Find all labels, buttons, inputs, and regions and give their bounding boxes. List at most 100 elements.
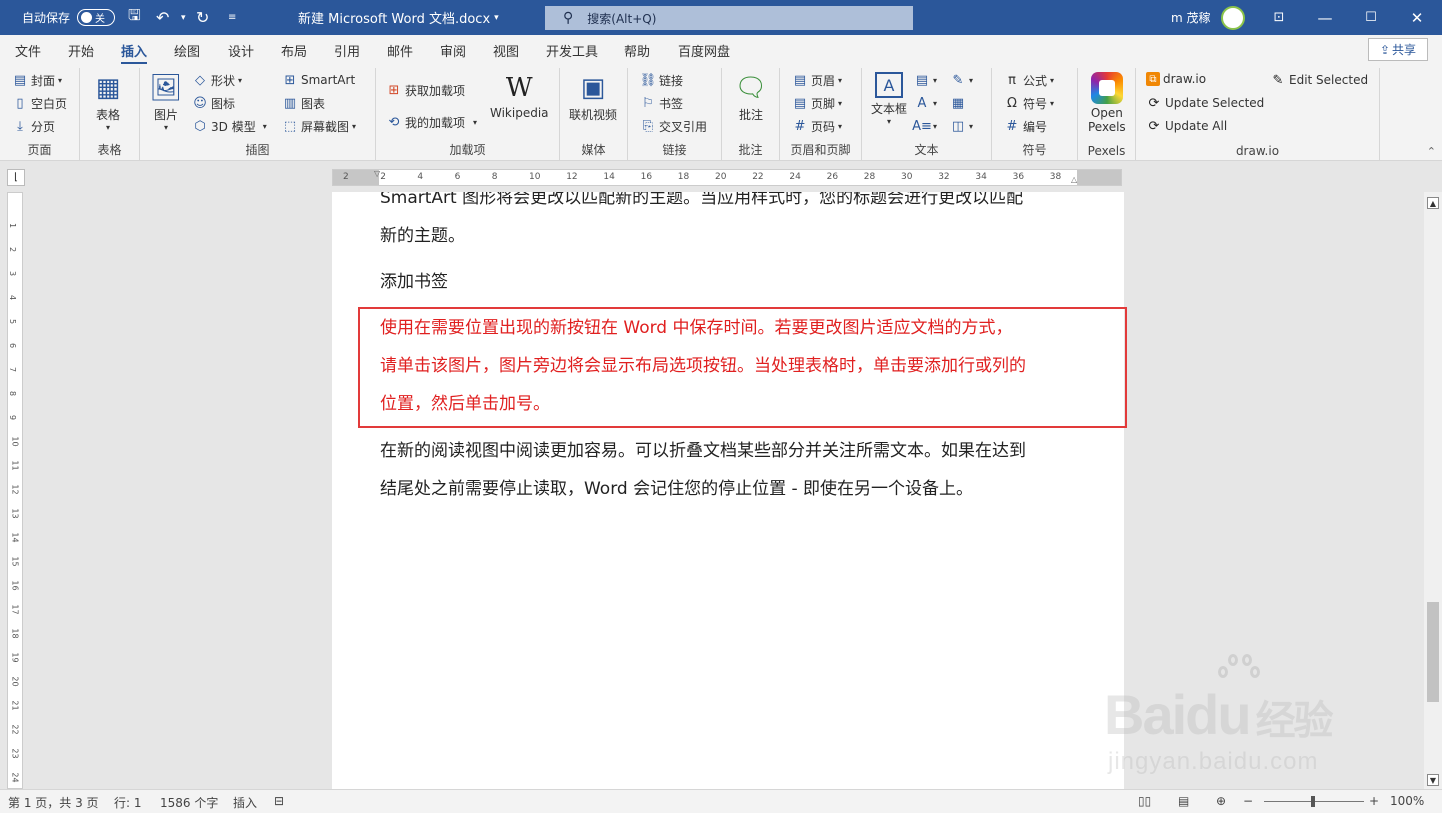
vertical-scrollbar[interactable]: ▲ ▼ bbox=[1424, 192, 1442, 789]
tab-file[interactable]: 文件 bbox=[15, 41, 41, 60]
web-layout-icon[interactable]: ⊕ bbox=[1216, 794, 1226, 808]
read-mode-icon[interactable]: ▯▯ bbox=[1138, 794, 1151, 808]
customize-qat-icon[interactable]: ≡ bbox=[228, 0, 236, 35]
screenshot-icon: ⬚ bbox=[283, 119, 297, 134]
quick-parts-button[interactable]: ▤ ▾ bbox=[914, 72, 937, 88]
tab-view[interactable]: 视图 bbox=[493, 41, 519, 60]
update-all-button[interactable]: ⟳ Update All bbox=[1146, 118, 1228, 134]
date-time-button[interactable]: ▦ bbox=[950, 95, 966, 111]
minimize-button[interactable]: — bbox=[1302, 0, 1348, 35]
page-count[interactable]: 第 1 页，共 3 页 bbox=[8, 794, 99, 811]
page-number-button[interactable]: # 页码 ▾ bbox=[792, 118, 842, 135]
edit-selected-button[interactable]: ✎ Edit Selected bbox=[1270, 72, 1369, 88]
right-indent-marker[interactable]: △ bbox=[1071, 175, 1077, 184]
tab-design[interactable]: 设计 bbox=[228, 41, 254, 60]
header-button[interactable]: ▤ 页眉 ▾ bbox=[792, 72, 842, 89]
group-pages: ▤ 封面 ▾ ▯ 空白页 ⤓ 分页 页面 bbox=[0, 68, 80, 160]
tab-developer[interactable]: 开发工具 bbox=[546, 41, 598, 60]
3d-model-button[interactable]: ⬡ 3D 模型 ▾ bbox=[192, 118, 266, 135]
redo-icon[interactable]: ↻ bbox=[196, 0, 209, 35]
tab-references[interactable]: 引用 bbox=[334, 41, 360, 60]
avatar[interactable] bbox=[1221, 5, 1245, 30]
blank-page-button[interactable]: ▯ 空白页 bbox=[12, 95, 67, 112]
zoom-out-icon[interactable]: − bbox=[1243, 794, 1253, 808]
search-box[interactable]: ⚲ 搜索(Alt+Q) bbox=[545, 6, 913, 30]
ruler-tick-label: 19 bbox=[10, 652, 20, 663]
scroll-thumb[interactable] bbox=[1427, 602, 1439, 702]
tab-layout[interactable]: 布局 bbox=[281, 41, 307, 60]
ruler-tick-label: 32 bbox=[938, 172, 950, 182]
share-button[interactable]: ⇪ 共享 bbox=[1368, 38, 1428, 61]
vertical-ruler[interactable]: 1234567891011121314151617181920212223242… bbox=[7, 192, 23, 789]
drop-cap-button[interactable]: A≡ ▾ bbox=[912, 118, 937, 134]
zoom-in-icon[interactable]: + bbox=[1369, 794, 1379, 808]
scroll-down-icon[interactable]: ▼ bbox=[1427, 774, 1439, 786]
table-button[interactable]: ▦ 表格 ▾ bbox=[92, 72, 124, 132]
zoom-slider-thumb[interactable] bbox=[1311, 796, 1315, 807]
tab-mailings[interactable]: 邮件 bbox=[387, 41, 413, 60]
tab-review[interactable]: 审阅 bbox=[440, 41, 466, 60]
cover-page-button[interactable]: ▤ 封面 ▾ bbox=[12, 72, 62, 89]
open-pexels-button[interactable]: Open Pexels bbox=[1088, 72, 1126, 134]
footer-button[interactable]: ▤ 页脚 ▾ bbox=[792, 95, 842, 112]
tab-selector[interactable]: ⌊ bbox=[7, 169, 25, 186]
ruler-tick-label: 17 bbox=[10, 604, 20, 615]
ruler-tick-label: 8 bbox=[8, 390, 18, 397]
update-selected-button[interactable]: ⟳ Update Selected bbox=[1146, 95, 1265, 111]
document-page[interactable]: SmartArt 图形将会更改以匹配新的主题。当应用样式时，您的标题会进行更改以… bbox=[332, 192, 1124, 789]
picture-button[interactable]: 🖼 图片 ▾ bbox=[150, 72, 183, 132]
wordart-button[interactable]: A ▾ bbox=[914, 95, 937, 111]
equation-button[interactable]: π 公式 ▾ bbox=[1004, 72, 1054, 89]
word-count[interactable]: 1586 个字 bbox=[160, 794, 218, 811]
shapes-button[interactable]: ◇ 形状 ▾ bbox=[192, 72, 242, 89]
macro-icon[interactable]: ⊟ bbox=[274, 794, 284, 808]
tab-baidu-netdisk[interactable]: 百度网盘 bbox=[678, 41, 730, 60]
drawio-button[interactable]: ⧉ draw.io bbox=[1146, 72, 1206, 86]
my-addins-button[interactable]: ⟲ 我的加载项 ▾ bbox=[386, 114, 477, 131]
user-name[interactable]: m 茂稼 bbox=[1171, 0, 1211, 35]
first-line-indent-marker[interactable]: ▽ bbox=[374, 170, 380, 178]
smartart-button[interactable]: ⊞ SmartArt bbox=[282, 72, 356, 88]
page-break-button[interactable]: ⤓ 分页 bbox=[12, 118, 55, 135]
wikipedia-icon: W bbox=[505, 73, 533, 103]
undo-dropdown-icon[interactable]: ▾ bbox=[181, 0, 186, 35]
wikipedia-button[interactable]: W Wikipedia bbox=[490, 72, 549, 120]
chart-button[interactable]: ▥ 图表 bbox=[282, 95, 325, 112]
tab-home[interactable]: 开始 bbox=[68, 41, 94, 60]
undo-icon[interactable]: ↶ bbox=[156, 0, 169, 35]
ribbon-display-icon[interactable]: ⊡ bbox=[1256, 0, 1302, 35]
textbox-button[interactable]: A 文本框 ▾ bbox=[871, 72, 907, 126]
get-addins-button[interactable]: ⊞ 获取加载项 bbox=[386, 82, 465, 99]
ruler-tick-label: 22 bbox=[10, 724, 20, 735]
input-mode[interactable]: 插入 bbox=[233, 794, 257, 811]
maximize-button[interactable]: ☐ bbox=[1348, 0, 1394, 35]
object-button[interactable]: ◫ ▾ bbox=[950, 118, 973, 134]
tab-insert[interactable]: 插入 bbox=[121, 41, 148, 65]
print-layout-icon[interactable]: ▤ bbox=[1178, 794, 1189, 808]
collapse-ribbon-icon[interactable]: ⌃ bbox=[1427, 145, 1436, 158]
ruler-tick-label: 4 bbox=[417, 172, 424, 182]
document-title[interactable]: 新建 Microsoft Word 文档.docx ▾ bbox=[298, 0, 499, 35]
link-button[interactable]: ⛓ 链接 bbox=[640, 72, 683, 89]
symbol-button[interactable]: Ω 符号 ▾ bbox=[1004, 95, 1054, 112]
zoom-level[interactable]: 100% bbox=[1390, 794, 1424, 808]
comment-button[interactable]: 🗨 批注 bbox=[735, 72, 768, 123]
tab-help[interactable]: 帮助 bbox=[624, 41, 650, 60]
ruler-tick-label: 4 bbox=[8, 294, 18, 301]
refresh-icon: ⟳ bbox=[1148, 95, 1160, 111]
line-number[interactable]: 行: 1 bbox=[114, 794, 142, 811]
cross-reference-button[interactable]: ⎘ 交叉引用 bbox=[640, 118, 707, 135]
save-icon[interactable]: 🖫 bbox=[128, 0, 141, 35]
close-button[interactable]: ✕ bbox=[1394, 0, 1440, 35]
horizontal-ruler[interactable]: 2 2 4 6 8 10 12 14 16 18 20 22 24 26 28 30 32 34 36 38 ▽ △ bbox=[332, 169, 1122, 186]
autosave-toggle[interactable]: 关 bbox=[77, 9, 115, 26]
signature-line-button[interactable]: ✎ ▾ bbox=[950, 72, 973, 88]
icons-button[interactable]: ☺ 图标 bbox=[192, 95, 235, 112]
scroll-up-icon[interactable]: ▲ bbox=[1427, 197, 1439, 209]
group-symbols: π 公式 ▾ Ω 符号 ▾ # 编号 符号 bbox=[992, 68, 1078, 160]
numbering-button[interactable]: # 编号 bbox=[1004, 118, 1047, 135]
bookmark-button[interactable]: ⚐ 书签 bbox=[640, 95, 683, 112]
online-video-button[interactable]: ▣ 联机视频 bbox=[569, 72, 617, 123]
screenshot-button[interactable]: ⬚ 屏幕截图 ▾ bbox=[282, 118, 356, 135]
tab-draw[interactable]: 绘图 bbox=[174, 41, 200, 60]
